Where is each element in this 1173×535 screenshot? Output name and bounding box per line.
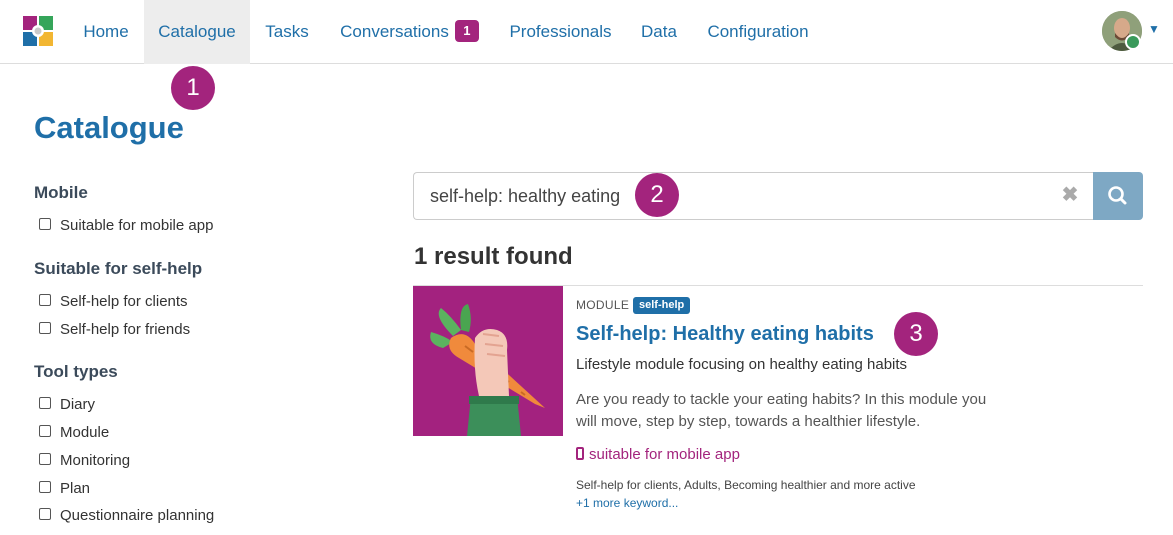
step-marker-3: 3	[894, 312, 938, 356]
filter-option-monitoring[interactable]: Monitoring	[39, 451, 130, 471]
nav-configuration[interactable]: Configuration	[692, 0, 824, 64]
more-keywords-link[interactable]: +1 more keyword...	[576, 496, 678, 510]
mobile-phone-icon	[576, 446, 584, 460]
nav-data[interactable]: Data	[626, 0, 692, 64]
result-keywords: Self-help for clients, Adults, Becoming …	[576, 478, 916, 492]
nav-catalogue[interactable]: Catalogue	[144, 0, 250, 64]
clear-icon[interactable]: ✖	[1061, 185, 1079, 205]
filter-heading-selfhelp: Suitable for self-help	[34, 259, 203, 278]
filter-option-diary[interactable]: Diary	[39, 395, 95, 415]
filter-option-module[interactable]: Module	[39, 423, 109, 443]
filter-option-selfhelp-clients[interactable]: Self-help for clients	[39, 292, 188, 312]
filter-option-plan[interactable]: Plan	[39, 479, 90, 499]
filter-heading-tooltypes: Tool types	[34, 362, 118, 381]
result-subtitle: Lifestyle module focusing on healthy eat…	[576, 356, 908, 373]
search-input[interactable]: self-help: healthy eating ✖	[413, 172, 1093, 220]
nav-tasks[interactable]: Tasks	[250, 0, 324, 64]
search-button[interactable]	[1093, 172, 1143, 220]
app-logo-icon[interactable]	[22, 15, 54, 47]
filter-option-questionnaire-planning[interactable]: Questionnaire planning	[39, 506, 214, 526]
checkbox[interactable]	[39, 218, 51, 231]
filter-heading-mobile: Mobile	[34, 183, 88, 202]
result-description: Are you ready to tackle your eating habi…	[576, 391, 987, 430]
checkbox[interactable]	[39, 425, 51, 438]
nav-home[interactable]: Home	[68, 0, 144, 64]
results-count: 1 result found	[414, 243, 573, 270]
page-title: Catalogue	[34, 110, 184, 145]
step-marker-1: 1	[171, 66, 215, 110]
result-title-link[interactable]: Self-help: Healthy eating habits	[576, 323, 874, 346]
result-type: MODULE	[576, 298, 630, 312]
mobile-suitability: suitable for mobile app	[576, 446, 740, 463]
nav-conversations[interactable]: Conversations 1	[324, 0, 495, 64]
checkbox[interactable]	[39, 508, 51, 521]
filter-option-mobile-app[interactable]: Suitable for mobile app	[39, 216, 213, 236]
checkbox[interactable]	[39, 322, 51, 335]
search-input-value[interactable]: self-help: healthy eating	[430, 173, 620, 219]
conversations-badge: 1	[454, 19, 479, 42]
result-thumbnail[interactable]	[413, 286, 563, 436]
filter-option-selfhelp-friends[interactable]: Self-help for friends	[39, 320, 190, 340]
nav-professionals[interactable]: Professionals	[495, 0, 626, 64]
result-tag: self-help	[633, 297, 691, 314]
hand-carrot-illustration	[430, 304, 545, 436]
checkbox[interactable]	[39, 481, 51, 494]
step-marker-2: 2	[635, 173, 679, 217]
top-navbar: Home Catalogue Tasks Conversations 1 Prof…	[0, 0, 1173, 64]
checkbox[interactable]	[39, 294, 51, 307]
checkbox[interactable]	[39, 453, 51, 466]
caret-down-icon[interactable]: ▼	[1148, 22, 1160, 36]
online-status-icon	[1125, 34, 1141, 50]
checkbox[interactable]	[39, 397, 51, 410]
search-icon	[1108, 186, 1127, 205]
